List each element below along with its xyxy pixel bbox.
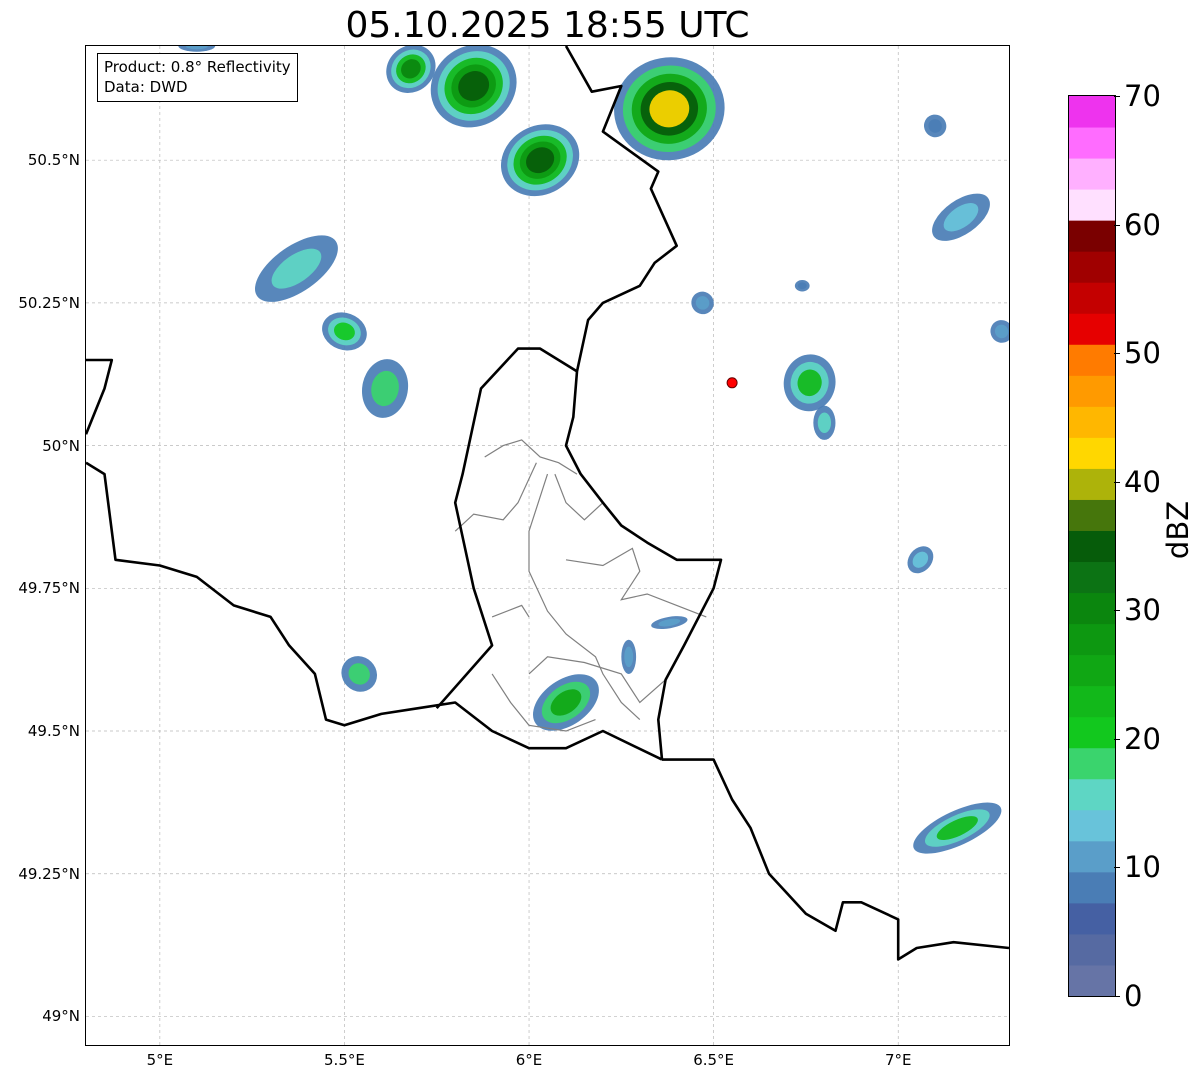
echo-cell bbox=[813, 405, 836, 440]
colorbar-swatch bbox=[1069, 809, 1115, 842]
colorbar-swatch bbox=[1069, 96, 1115, 128]
colorbar-swatch bbox=[1069, 344, 1115, 376]
colorbar-label: dBZ bbox=[1161, 500, 1195, 560]
colorbar-tick-mark bbox=[1114, 224, 1120, 226]
national-border bbox=[662, 758, 1009, 961]
reflectivity-layer bbox=[178, 46, 1009, 854]
colorbar-tick-label: 10 bbox=[1124, 850, 1161, 885]
echo-shell bbox=[797, 282, 807, 290]
product-label: Product: 0.8° Reflectivity bbox=[104, 58, 291, 76]
colorbar-tick-mark bbox=[1114, 738, 1120, 740]
colorbar-swatch bbox=[1069, 902, 1115, 935]
colorbar-tick-label: 50 bbox=[1124, 336, 1161, 371]
colorbar-swatch bbox=[1069, 251, 1115, 283]
colorbar-tick-mark bbox=[1114, 96, 1120, 97]
echo-cell bbox=[783, 354, 836, 412]
echo-cell bbox=[178, 46, 216, 52]
x-tick-label: 6.5°E bbox=[693, 1051, 735, 1069]
echo-cell bbox=[322, 312, 367, 351]
echo-cell bbox=[361, 359, 409, 418]
colorbar-swatch bbox=[1069, 778, 1115, 811]
echo-shell bbox=[624, 646, 634, 668]
colorbar-swatch bbox=[1069, 220, 1115, 252]
colorbar-swatch bbox=[1069, 189, 1115, 221]
regional-border bbox=[554, 473, 604, 521]
echo-cell bbox=[990, 320, 1009, 343]
regional-border bbox=[454, 462, 537, 532]
colorbar-swatch bbox=[1069, 747, 1115, 780]
echo-cell bbox=[255, 235, 338, 302]
echo-cell bbox=[341, 656, 378, 692]
echo-cell bbox=[691, 291, 714, 315]
colorbar-swatch bbox=[1069, 964, 1115, 996]
y-tick-label: 50°N bbox=[42, 436, 80, 455]
map-canvas bbox=[86, 46, 1009, 1045]
y-tick-label: 49°N bbox=[42, 1007, 80, 1026]
echo-shell bbox=[817, 412, 832, 434]
x-tick-label: 5.5°E bbox=[324, 1051, 365, 1069]
colorbar-tick-label: 70 bbox=[1124, 79, 1161, 113]
colorbar-tick-mark bbox=[1114, 481, 1120, 483]
colorbar-swatch bbox=[1069, 561, 1115, 594]
colorbar-tick-mark bbox=[1114, 996, 1120, 997]
colorbar-swatch bbox=[1069, 871, 1115, 904]
x-tick-label: 6°E bbox=[515, 1051, 543, 1069]
colorbar-swatch bbox=[1069, 468, 1115, 500]
colorbar-swatch bbox=[1069, 313, 1115, 345]
location-marker bbox=[726, 377, 738, 389]
colorbar-tick-mark bbox=[1114, 867, 1120, 869]
national-border bbox=[86, 358, 114, 435]
colorbar-swatch bbox=[1069, 499, 1115, 531]
location-marker-layer bbox=[726, 377, 738, 389]
data-source-label: Data: DWD bbox=[104, 78, 188, 96]
colorbar bbox=[1068, 95, 1116, 997]
regional-border bbox=[484, 439, 578, 475]
y-tick-label: 49.5°N bbox=[27, 722, 80, 741]
colorbar-swatch bbox=[1069, 406, 1115, 438]
colorbar-swatch bbox=[1069, 933, 1115, 966]
regional-border bbox=[491, 604, 530, 618]
colorbar-swatch bbox=[1069, 437, 1115, 469]
y-tick-label: 49.75°N bbox=[18, 579, 80, 598]
echo-cell bbox=[651, 616, 688, 630]
radar-map bbox=[85, 45, 1010, 1046]
colorbar-swatch bbox=[1069, 127, 1115, 159]
colorbar-swatch bbox=[1069, 282, 1115, 314]
echo-cell bbox=[932, 193, 990, 241]
echo-cell bbox=[794, 280, 810, 292]
colorbar-swatch bbox=[1069, 623, 1115, 656]
colorbar-swatch bbox=[1069, 685, 1115, 718]
colorbar-swatch bbox=[1069, 592, 1115, 625]
x-tick-label: 5°E bbox=[146, 1051, 174, 1069]
colorbar-tick-label: 60 bbox=[1124, 207, 1161, 242]
echo-cell bbox=[923, 114, 947, 138]
colorbar-swatch bbox=[1069, 375, 1115, 407]
colorbar-tick-label: 40 bbox=[1124, 464, 1161, 499]
colorbar-tick-mark bbox=[1114, 353, 1120, 355]
y-tick-label: 49.25°N bbox=[18, 864, 80, 883]
y-tick-label: 50.25°N bbox=[18, 293, 80, 312]
colorbar-swatch bbox=[1069, 840, 1115, 873]
colorbar-tick-label: 30 bbox=[1124, 593, 1161, 628]
colorbar-swatch bbox=[1069, 654, 1115, 687]
colorbar-tick-label: 20 bbox=[1124, 721, 1161, 756]
echo-cell bbox=[500, 124, 580, 197]
colorbar-tick-label: 0 bbox=[1124, 979, 1143, 1013]
echo-cell bbox=[913, 802, 1002, 854]
colorbar-swatch bbox=[1069, 530, 1115, 563]
colorbar-swatch bbox=[1069, 158, 1115, 190]
echo-cell bbox=[621, 639, 637, 674]
colorbar-tick-mark bbox=[1114, 610, 1120, 612]
colorbar-swatches bbox=[1069, 96, 1115, 996]
echo-cell bbox=[907, 546, 934, 574]
map-title: 05.10.2025 18:55 UTC bbox=[345, 5, 750, 46]
info-box: Product: 0.8° Reflectivity Data: DWD bbox=[97, 53, 298, 102]
x-tick-label: 7°E bbox=[884, 1051, 912, 1069]
y-tick-label: 50.5°N bbox=[27, 151, 80, 170]
graticule bbox=[86, 46, 1009, 1045]
colorbar-swatch bbox=[1069, 716, 1115, 749]
